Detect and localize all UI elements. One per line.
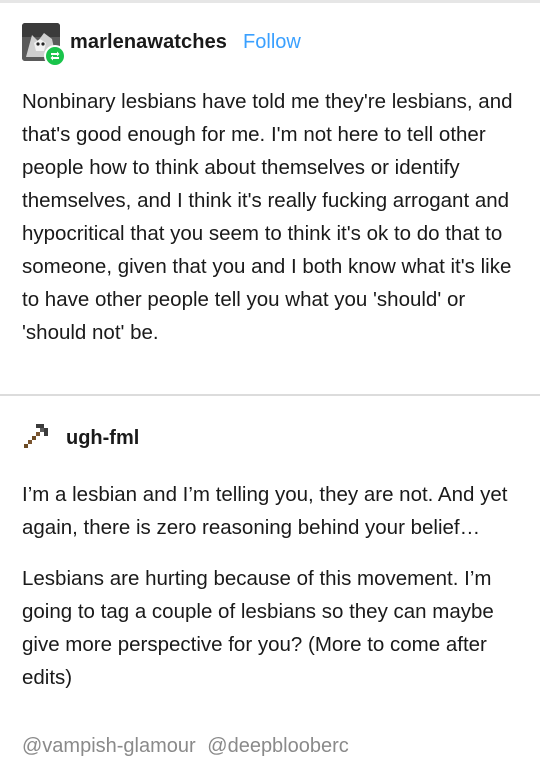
- mention-list: @vampish-glamour @deepblooberc: [22, 735, 355, 758]
- mention-link[interactable]: @deepblooberc: [207, 735, 349, 757]
- reblog-icon: [44, 45, 66, 67]
- pickaxe-icon: [22, 422, 50, 455]
- reblog-paragraph-1: I’m a lesbian and I’m telling you, they …: [22, 483, 508, 539]
- reblog-body: I’m a lesbian and I’m telling you, they …: [22, 478, 522, 694]
- post-body: Nonbinary lesbians have told me they're …: [22, 85, 522, 349]
- reblog-header: ugh-fml: [22, 418, 139, 458]
- reblog-username[interactable]: ugh-fml: [66, 427, 139, 450]
- top-divider: [0, 0, 540, 3]
- avatar[interactable]: [22, 23, 66, 67]
- post-username[interactable]: marlenawatches: [70, 31, 227, 54]
- mention-link[interactable]: @vampish-glamour: [22, 735, 196, 757]
- reblog-divider: [0, 394, 540, 396]
- reblog-paragraph-2: Lesbians are hurting because of this mov…: [22, 567, 494, 689]
- follow-button[interactable]: Follow: [243, 31, 301, 54]
- post-header: marlenawatches Follow: [22, 22, 301, 67]
- post-text: Nonbinary lesbians have told me they're …: [22, 90, 513, 344]
